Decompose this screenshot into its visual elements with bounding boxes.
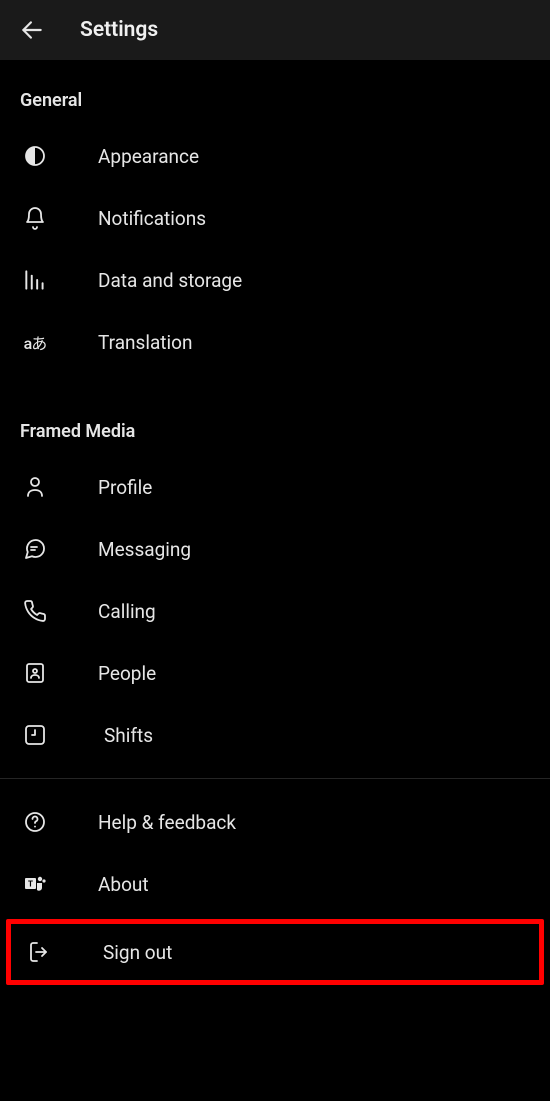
phone-icon bbox=[20, 596, 50, 626]
page-title: Settings bbox=[80, 18, 158, 42]
section-heading-org: Framed Media bbox=[0, 391, 550, 456]
section-heading-general: General bbox=[0, 60, 550, 125]
settings-item-people[interactable]: People bbox=[0, 642, 550, 704]
arrow-left-icon bbox=[19, 17, 45, 43]
settings-item-label: Appearance bbox=[98, 145, 199, 168]
settings-item-messaging[interactable]: Messaging bbox=[0, 518, 550, 580]
svg-text:T: T bbox=[28, 880, 33, 889]
settings-item-label: Sign out bbox=[103, 941, 172, 964]
signout-highlight: Sign out bbox=[6, 919, 544, 985]
settings-item-shifts[interactable]: Shifts bbox=[0, 704, 550, 766]
settings-item-label: Shifts bbox=[104, 724, 153, 747]
settings-item-label: People bbox=[98, 662, 156, 685]
settings-item-label: Help & feedback bbox=[98, 811, 236, 834]
settings-item-label: Notifications bbox=[98, 207, 206, 230]
settings-item-label: Profile bbox=[98, 476, 152, 499]
chat-icon bbox=[20, 534, 50, 564]
settings-item-label: Data and storage bbox=[98, 269, 242, 292]
clock-square-icon bbox=[20, 720, 50, 750]
settings-item-signout[interactable]: Sign out bbox=[11, 924, 539, 980]
person-icon bbox=[20, 472, 50, 502]
settings-item-profile[interactable]: Profile bbox=[0, 456, 550, 518]
signout-icon bbox=[25, 937, 55, 967]
contact-card-icon bbox=[20, 658, 50, 688]
settings-item-help[interactable]: Help & feedback bbox=[0, 791, 550, 853]
bell-icon bbox=[20, 203, 50, 233]
settings-item-translation[interactable]: aあ Translation bbox=[0, 311, 550, 373]
settings-item-appearance[interactable]: Appearance bbox=[0, 125, 550, 187]
settings-item-label: About bbox=[98, 873, 149, 896]
bars-icon bbox=[20, 265, 50, 295]
help-icon bbox=[20, 807, 50, 837]
settings-item-label: Messaging bbox=[98, 538, 191, 561]
settings-item-about[interactable]: T About bbox=[0, 853, 550, 915]
settings-item-data-storage[interactable]: Data and storage bbox=[0, 249, 550, 311]
half-circle-icon bbox=[20, 141, 50, 171]
back-button[interactable] bbox=[8, 6, 56, 54]
settings-item-label: Calling bbox=[98, 600, 156, 623]
settings-item-calling[interactable]: Calling bbox=[0, 580, 550, 642]
settings-header: Settings bbox=[0, 0, 550, 60]
teams-icon: T bbox=[20, 869, 50, 899]
translate-icon: aあ bbox=[20, 327, 50, 357]
settings-item-notifications[interactable]: Notifications bbox=[0, 187, 550, 249]
settings-item-label: Translation bbox=[98, 331, 192, 354]
